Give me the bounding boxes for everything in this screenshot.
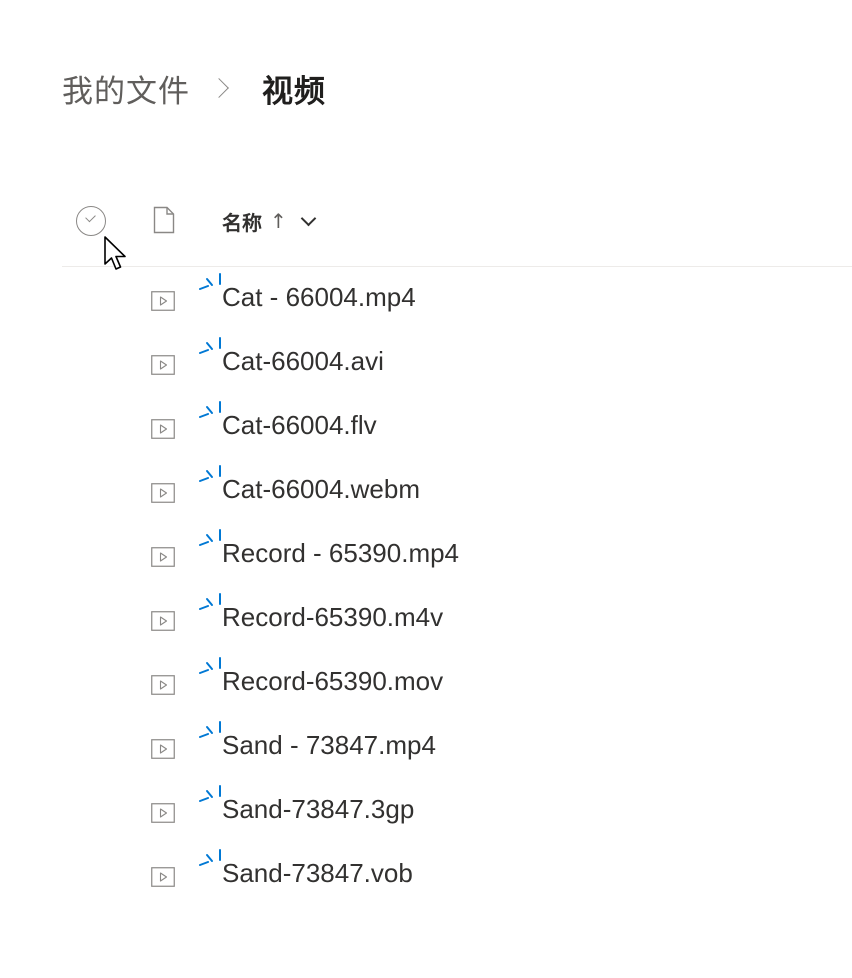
breadcrumb-root[interactable]: 我的文件 <box>62 66 190 111</box>
video-file-icon <box>151 547 175 567</box>
new-item-icon <box>199 529 221 546</box>
file-name[interactable]: Cat - 66004.mp4 <box>222 282 416 313</box>
video-file-icon <box>151 291 175 311</box>
file-row[interactable]: Sand-73847.3gp <box>0 780 852 844</box>
file-name[interactable]: Sand-73847.vob <box>222 858 413 889</box>
file-name[interactable]: Record - 65390.mp4 <box>222 538 459 569</box>
file-name[interactable]: Sand - 73847.mp4 <box>222 730 436 761</box>
new-item-icon <box>199 593 221 610</box>
file-name[interactable]: Cat-66004.webm <box>222 474 420 505</box>
file-row[interactable]: Cat-66004.webm <box>0 460 852 524</box>
video-file-icon <box>151 867 175 887</box>
chevron-right-icon <box>209 78 229 98</box>
file-row[interactable]: Sand - 73847.mp4 <box>0 716 852 780</box>
new-item-icon <box>199 273 221 290</box>
file-name[interactable]: Record-65390.m4v <box>222 602 443 633</box>
select-all-checkbox[interactable] <box>76 206 106 236</box>
file-row[interactable]: Cat-66004.avi <box>0 332 852 396</box>
name-column-header[interactable]: 名称 ↑ <box>222 206 317 236</box>
new-item-icon <box>199 657 221 674</box>
file-row[interactable]: Record-65390.mov <box>0 652 852 716</box>
video-file-icon <box>151 419 175 439</box>
file-name[interactable]: Sand-73847.3gp <box>222 794 414 825</box>
new-item-icon <box>199 401 221 418</box>
sort-ascending-icon: ↑ <box>270 209 287 233</box>
new-item-icon <box>199 721 221 738</box>
video-file-icon <box>151 803 175 823</box>
file-row[interactable]: Record - 65390.mp4 <box>0 524 852 588</box>
file-list: Cat - 66004.mp4 Cat-66004.avi Cat-66004.… <box>0 268 852 908</box>
file-row[interactable]: Cat-66004.flv <box>0 396 852 460</box>
video-file-icon <box>151 675 175 695</box>
check-icon <box>85 211 96 223</box>
breadcrumb-current: 视频 <box>262 73 326 110</box>
new-item-icon <box>199 337 221 354</box>
breadcrumb: 我的文件 视频 <box>62 64 326 112</box>
video-file-icon <box>151 483 175 503</box>
document-icon[interactable] <box>153 206 175 234</box>
video-file-icon <box>151 739 175 759</box>
video-file-icon <box>151 611 175 631</box>
file-name[interactable]: Cat-66004.avi <box>222 346 384 377</box>
chevron-down-icon[interactable] <box>300 210 317 226</box>
list-header: 名称 ↑ <box>62 196 852 267</box>
file-name[interactable]: Cat-66004.flv <box>222 410 377 441</box>
file-row[interactable]: Cat - 66004.mp4 <box>0 268 852 332</box>
file-name[interactable]: Record-65390.mov <box>222 666 443 697</box>
file-browser: 我的文件 视频 名称 ↑ Cat - 66004.mp4 Cat-66004.a… <box>0 0 852 978</box>
new-item-icon <box>199 849 221 866</box>
file-row[interactable]: Sand-73847.vob <box>0 844 852 908</box>
name-column-label: 名称 <box>222 210 262 235</box>
new-item-icon <box>199 465 221 482</box>
video-file-icon <box>151 355 175 375</box>
file-row[interactable]: Record-65390.m4v <box>0 588 852 652</box>
new-item-icon <box>199 785 221 802</box>
